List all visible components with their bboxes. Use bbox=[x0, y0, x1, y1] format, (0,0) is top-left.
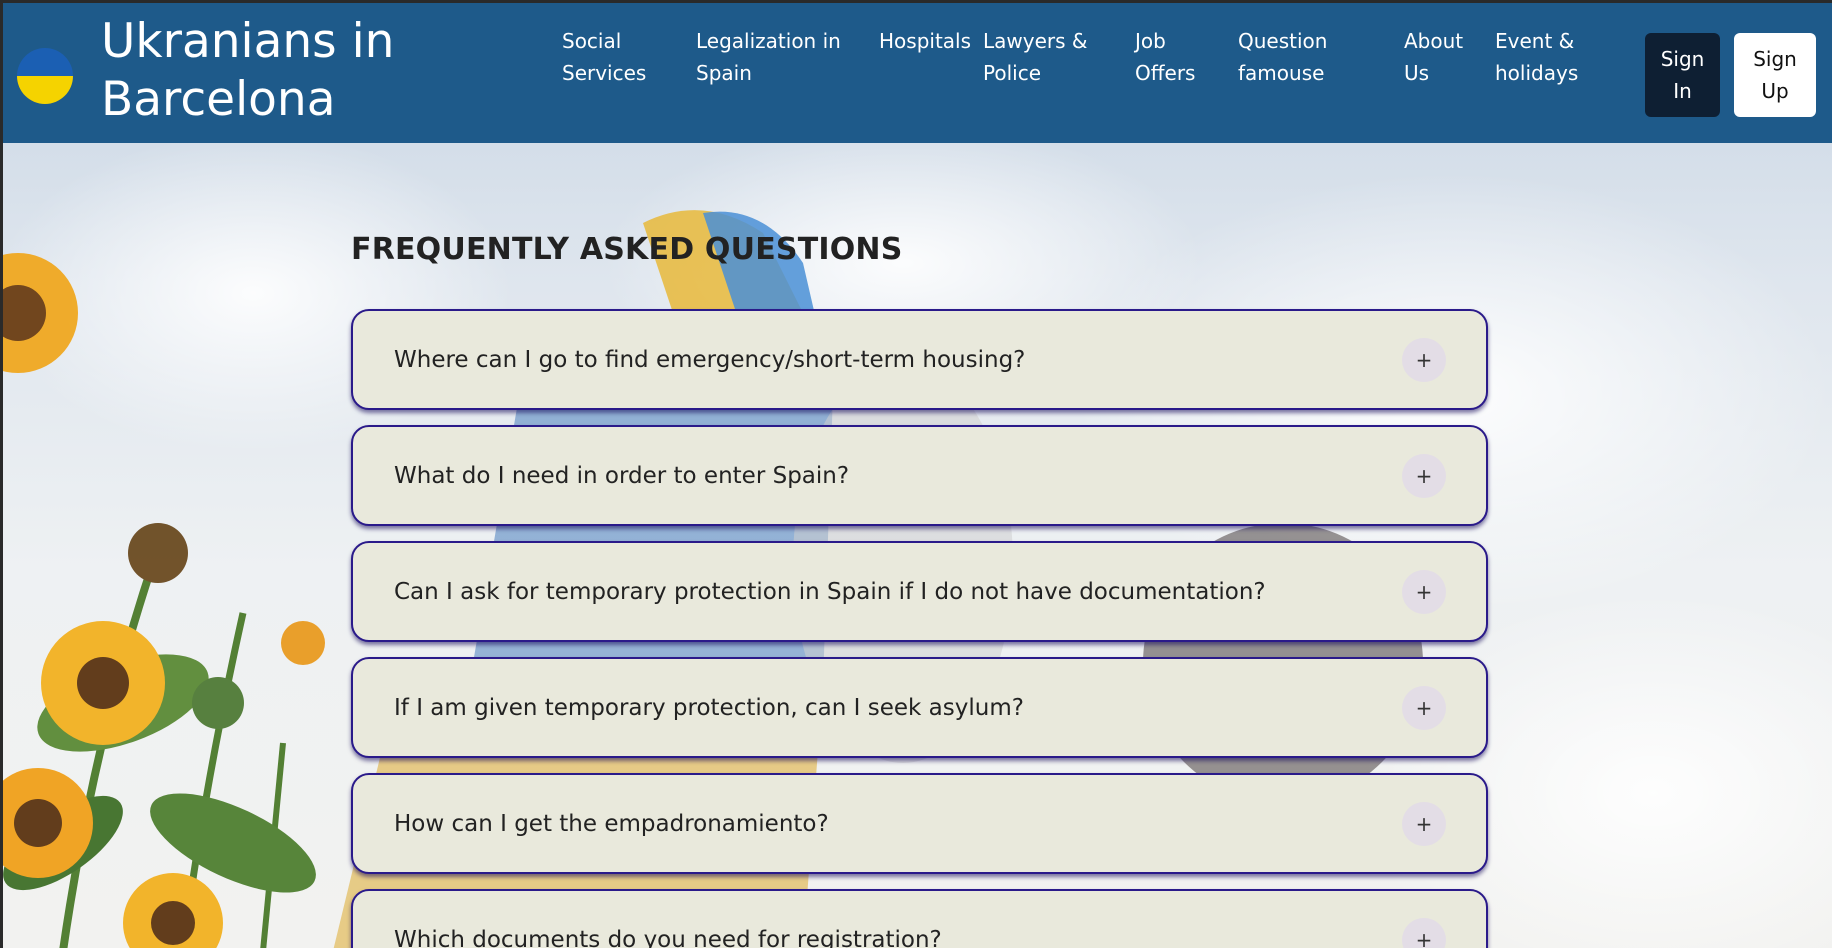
faq-item[interactable]: Where can I go to find emergency/short-t… bbox=[351, 309, 1488, 410]
faq-item[interactable]: Can I ask for temporary protection in Sp… bbox=[351, 541, 1488, 642]
faq-item[interactable]: How can I get the empadronamiento? + bbox=[351, 773, 1488, 874]
faq-question: How can I get the empadronamiento? bbox=[394, 810, 829, 837]
sign-in-button[interactable]: Sign In bbox=[1645, 33, 1720, 117]
plus-icon[interactable]: + bbox=[1402, 917, 1446, 948]
faq-question: If I am given temporary protection, can … bbox=[394, 694, 1024, 721]
faq-title: FREQUENTLY ASKED QUESTIONS bbox=[351, 232, 903, 267]
plus-icon[interactable]: + bbox=[1402, 453, 1446, 498]
nav-legalization-in-spain[interactable]: Legalization in Spain bbox=[696, 25, 866, 89]
site-brand[interactable]: Ukranians in Barcelona bbox=[101, 13, 421, 129]
faq-question: Where can I go to find emergency/short-t… bbox=[394, 346, 1026, 373]
nav-job-offers[interactable]: Job Offers bbox=[1135, 25, 1225, 89]
sign-up-button[interactable]: Sign Up bbox=[1734, 33, 1816, 117]
nav-about-us[interactable]: About Us bbox=[1404, 25, 1484, 89]
ukraine-flag-logo-icon[interactable] bbox=[17, 48, 73, 104]
page: Ukranians in Barcelona Social Services Le… bbox=[3, 3, 1832, 948]
nav-event-holidays[interactable]: Event & holidays bbox=[1495, 25, 1605, 89]
plus-icon[interactable]: + bbox=[1402, 801, 1446, 846]
plus-icon[interactable]: + bbox=[1402, 337, 1446, 382]
plus-icon[interactable]: + bbox=[1402, 569, 1446, 614]
nav-social-services[interactable]: Social Services bbox=[562, 25, 682, 89]
faq-item[interactable]: What do I need in order to enter Spain? … bbox=[351, 425, 1488, 526]
nav-question-famouse[interactable]: Question famouse bbox=[1238, 25, 1358, 89]
nav-lawyers-police[interactable]: Lawyers & Police bbox=[983, 25, 1103, 89]
faq-question: Can I ask for temporary protection in Sp… bbox=[394, 578, 1266, 605]
plus-icon[interactable]: + bbox=[1402, 685, 1446, 730]
faq-item[interactable]: Which documents do you need for registra… bbox=[351, 889, 1488, 948]
faq-question: What do I need in order to enter Spain? bbox=[394, 462, 850, 489]
navbar: Ukranians in Barcelona Social Services Le… bbox=[3, 3, 1832, 143]
faq-question: Which documents do you need for registra… bbox=[394, 926, 942, 948]
nav-hospitals[interactable]: Hospitals bbox=[879, 25, 979, 57]
faq-item[interactable]: If I am given temporary protection, can … bbox=[351, 657, 1488, 758]
